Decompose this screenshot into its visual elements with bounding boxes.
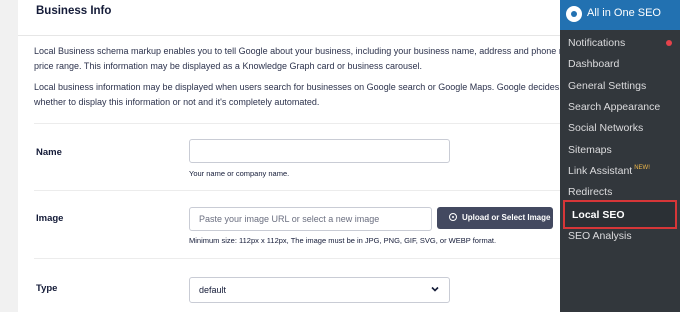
name-input[interactable]	[189, 139, 450, 163]
card-title: Business Info	[36, 5, 112, 17]
menu-item-general-settings[interactable]: General Settings	[568, 80, 646, 92]
admin-menu: All in One SEO Notifications Dashboard G…	[560, 0, 680, 312]
aioseo-logo-icon	[566, 6, 582, 22]
menu-item-redirects[interactable]: Redirects	[568, 186, 612, 198]
type-select[interactable]: default	[189, 277, 450, 303]
menu-item-notifications[interactable]: Notifications	[568, 37, 625, 49]
menu-item-local-seo[interactable]: Local SEO	[563, 200, 677, 229]
image-hint: Minimum size: 112px x 112px, The image m…	[189, 236, 497, 245]
menu-item-search-appearance[interactable]: Search Appearance	[568, 101, 660, 113]
image-url-input[interactable]: Paste your image URL or select a new ima…	[189, 207, 432, 231]
image-label: Image	[36, 213, 64, 224]
menu-item-seo-analysis[interactable]: SEO Analysis	[568, 230, 632, 242]
chevron-down-icon	[431, 286, 439, 292]
new-badge: NEW!	[634, 165, 650, 171]
notification-dot	[666, 40, 672, 46]
type-selected-value: default	[199, 285, 227, 295]
name-label: Name	[36, 147, 62, 158]
aioseo-menu-header[interactable]: All in One SEO	[560, 0, 680, 30]
upload-icon	[449, 213, 457, 221]
aioseo-menu-title: All in One SEO	[587, 7, 661, 19]
menu-item-label: Local SEO	[572, 209, 625, 221]
menu-item-label: Link Assistant	[568, 165, 633, 177]
menu-item-sitemaps[interactable]: Sitemaps	[568, 144, 612, 156]
upload-image-button[interactable]: Upload or Select Image	[437, 207, 553, 229]
menu-item-dashboard[interactable]: Dashboard	[568, 58, 619, 70]
menu-item-link-assistant[interactable]: Link Assistant NEW!	[568, 165, 650, 177]
type-label: Type	[36, 283, 58, 294]
menu-item-social-networks[interactable]: Social Networks	[568, 122, 643, 134]
name-hint: Your name or company name.	[189, 169, 290, 178]
upload-button-label: Upload or Select Image	[462, 213, 551, 222]
